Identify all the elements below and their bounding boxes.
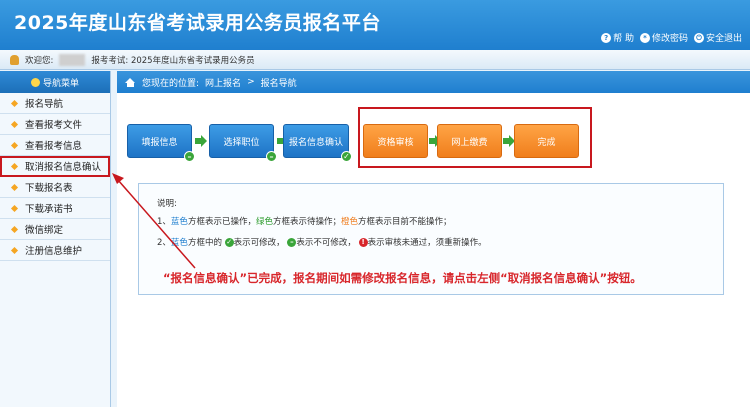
notes-text: 表示不可修改，	[296, 238, 356, 248]
main-content: 您现在的位置: 网上报名 > 报名导航 填报信息 – 选择职位 – 报名信息确认…	[117, 71, 750, 407]
menu-icon	[30, 77, 40, 87]
sidebar-item-label: 报名导航	[25, 99, 64, 110]
user-name-redacted	[59, 53, 86, 66]
notes-prefix: 1、	[157, 217, 171, 227]
orange-word: 橙色	[340, 217, 358, 227]
notes-text: 方框表示待操作；	[272, 217, 341, 227]
bullet-icon	[10, 99, 19, 107]
bullet-icon	[10, 183, 19, 191]
top-links: ? 帮 助 * 修改密码 ⏻ 安全退出	[601, 31, 742, 44]
sidebar-item-view-info[interactable]: 查看报考信息	[0, 135, 110, 156]
password-icon: *	[639, 32, 650, 43]
step-label: 报名信息确认	[288, 137, 343, 148]
logout-icon: ⏻	[693, 32, 704, 43]
logout-link[interactable]: ⏻ 安全退出	[693, 31, 742, 44]
sidebar-item-label: 查看报考信息	[25, 141, 83, 152]
instructions-panel: 说明: 1、蓝色方框表示已操作，绿色方框表示待操作；橙色方框表示目前不能操作； …	[138, 183, 724, 295]
sidebar-item-label: 下载报名表	[25, 183, 73, 194]
blue-word: 蓝色	[170, 238, 188, 248]
blue-word: 蓝色	[170, 217, 188, 227]
app-title: 2025年度山东省考试录用公务员报名平台	[14, 12, 381, 34]
step-label: 资格审核	[377, 137, 414, 148]
sidebar-item-cancel-confirmation[interactable]: 取消报名信息确认	[0, 156, 110, 177]
home-icon	[125, 77, 136, 87]
notes-text: 方框表示已操作，	[187, 217, 256, 227]
sidebar-item-account-maintenance[interactable]: 注册信息维护	[0, 240, 110, 261]
help-label: 帮 助	[613, 34, 634, 44]
step-label: 填报信息	[141, 137, 178, 148]
app-header: 2025年度山东省考试录用公务员报名平台 ? 帮 助 * 修改密码 ⏻ 安全退出	[0, 0, 750, 50]
bullet-icon	[10, 204, 19, 212]
user-bar: 欢迎您: 报考考试: 2025年度山东省考试录用公务员	[0, 50, 750, 70]
notes-prefix: 2、	[157, 238, 171, 248]
sidebar-item-label: 取消报名信息确认	[25, 162, 102, 173]
exclamation-icon: !	[358, 238, 368, 247]
step-online-payment: 网上缴费	[437, 124, 502, 158]
help-link[interactable]: ? 帮 助	[601, 31, 634, 44]
step-label: 选择职位	[223, 137, 260, 148]
breadcrumb-prefix: 您现在的位置:	[142, 78, 200, 89]
step-confirm-info[interactable]: 报名信息确认 ✓	[283, 124, 352, 162]
sidebar-item-download-form[interactable]: 下载报名表	[0, 177, 110, 198]
breadcrumb-separator: >	[247, 77, 255, 87]
arrow-right-icon	[195, 135, 207, 147]
bullet-icon	[10, 225, 19, 233]
bullet-icon	[10, 120, 19, 128]
exam-label: 报考考试: 2025年度山东省考试录用公务员	[91, 55, 255, 66]
notes-text: 表示审核未通过，须重新操作。	[367, 238, 487, 248]
sidebar-item-registration-guide[interactable]: 报名导航	[0, 93, 110, 114]
check-icon: ✓	[224, 238, 234, 247]
sidebar-item-view-files[interactable]: 查看报考文件	[0, 114, 110, 135]
notes-text: 方框表示目前不能操作；	[358, 217, 452, 227]
welcome-text: 欢迎您:	[25, 55, 54, 66]
notes-title: 说明:	[157, 199, 177, 209]
notes-text: 方框中的	[187, 238, 222, 248]
sidebar-item-label: 注册信息维护	[25, 246, 83, 257]
check-icon: ✓	[341, 151, 352, 162]
notes-line-1: 1、蓝色方框表示已操作，绿色方框表示待操作；橙色方框表示目前不能操作；	[157, 215, 452, 227]
bullet-icon	[10, 141, 19, 149]
breadcrumb-online-registration[interactable]: 网上报名	[205, 76, 241, 89]
step-label: 完成	[537, 137, 556, 148]
step-qualification-review: 资格审核	[363, 124, 428, 158]
breadcrumb-current: 报名导航	[260, 78, 297, 89]
step-flow: 填报信息 – 选择职位 – 报名信息确认 ✓ 资格审核 网上缴费 完成	[117, 93, 750, 193]
green-word: 绿色	[255, 217, 273, 227]
change-password-link[interactable]: * 修改密码	[639, 31, 688, 44]
step-fill-info[interactable]: 填报信息 –	[127, 124, 195, 162]
step-complete: 完成	[514, 124, 579, 158]
completion-notice: “报名信息确认”已完成，报名期间如需修改报名信息，请点击左侧“取消报名信息确认”…	[163, 271, 642, 285]
sidebar-item-download-pledge[interactable]: 下载承诺书	[0, 198, 110, 219]
notes-text: 表示可修改，	[233, 238, 285, 248]
sidebar-item-label: 微信绑定	[25, 225, 64, 236]
minus-icon: –	[184, 151, 195, 162]
logout-label: 安全退出	[705, 34, 742, 44]
sidebar-item-label: 下载承诺书	[25, 204, 73, 215]
user-icon	[10, 54, 19, 65]
minus-icon: –	[266, 151, 277, 162]
change-password-label: 修改密码	[651, 34, 688, 44]
sidebar-item-label: 查看报考文件	[25, 120, 83, 131]
bullet-icon	[10, 246, 19, 254]
breadcrumb: 您现在的位置: 网上报名 > 报名导航	[117, 71, 750, 93]
notes-line-2: 2、蓝色方框中的 ✓ 表示可修改， – 表示不可修改， ! 表示审核未通过，须重新操作…	[157, 236, 487, 248]
bullet-icon	[10, 162, 19, 170]
help-icon: ?	[601, 32, 612, 43]
sidebar-item-wechat-bind[interactable]: 微信绑定	[0, 219, 110, 240]
sidebar-title: 导航菜单	[42, 78, 79, 89]
sidebar: 导航菜单 报名导航 查看报考文件 查看报考信息 取消报名信息确认 下载报名表 下…	[0, 71, 111, 407]
sidebar-header: 导航菜单	[0, 71, 110, 93]
step-select-position[interactable]: 选择职位 –	[209, 124, 277, 162]
step-label: 网上缴费	[451, 137, 488, 148]
